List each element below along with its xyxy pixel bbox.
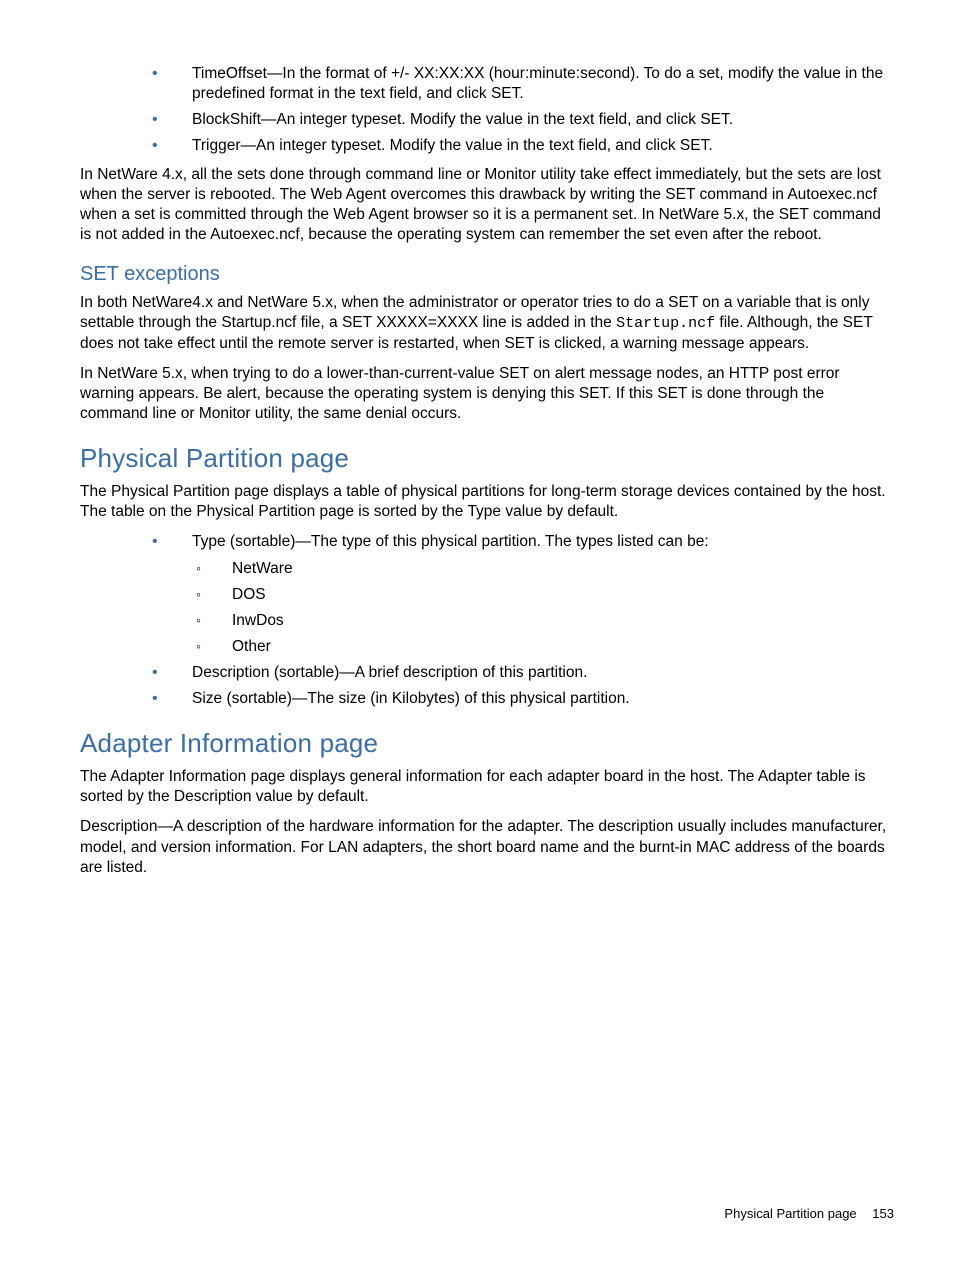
text: Type (sortable)—The type of this physica… <box>192 533 709 550</box>
list-item: Trigger—An integer typeset. Modify the v… <box>152 136 894 156</box>
heading-physical-partition: Physical Partition page <box>80 442 894 476</box>
heading-adapter-info: Adapter Information page <box>80 727 894 761</box>
list-item: DOS <box>192 585 894 605</box>
page-footer: Physical Partition page 153 <box>724 1206 894 1223</box>
paragraph: In NetWare 4.x, all the sets done throug… <box>80 165 894 246</box>
paragraph: Description—A description of the hardwar… <box>80 817 894 877</box>
list-item: Type (sortable)—The type of this physica… <box>152 532 894 657</box>
paragraph: The Adapter Information page displays ge… <box>80 767 894 807</box>
heading-set-exceptions: SET exceptions <box>80 261 894 287</box>
list-item: InwDos <box>192 611 894 631</box>
top-bullet-list: TimeOffset—In the format of +/- XX:XX:XX… <box>152 64 894 157</box>
footer-title: Physical Partition page <box>724 1206 856 1221</box>
list-item: TimeOffset—In the format of +/- XX:XX:XX… <box>152 64 894 104</box>
list-item: NetWare <box>192 559 894 579</box>
paragraph: The Physical Partition page displays a t… <box>80 482 894 522</box>
list-item: Other <box>192 637 894 657</box>
code-startup-ncf: Startup.ncf <box>616 315 715 332</box>
paragraph: In NetWare 5.x, when trying to do a lowe… <box>80 364 894 424</box>
list-item: BlockShift—An integer typeset. Modify th… <box>152 110 894 130</box>
type-sublist: NetWare DOS InwDos Other <box>192 559 894 658</box>
page-number: 153 <box>872 1206 894 1221</box>
list-item: Description (sortable)—A brief descripti… <box>152 663 894 683</box>
paragraph: In both NetWare4.x and NetWare 5.x, when… <box>80 293 894 354</box>
physical-partition-list: Type (sortable)—The type of this physica… <box>152 532 894 709</box>
page-content: TimeOffset—In the format of +/- XX:XX:XX… <box>0 0 954 1271</box>
list-item: Size (sortable)—The size (in Kilobytes) … <box>152 689 894 709</box>
